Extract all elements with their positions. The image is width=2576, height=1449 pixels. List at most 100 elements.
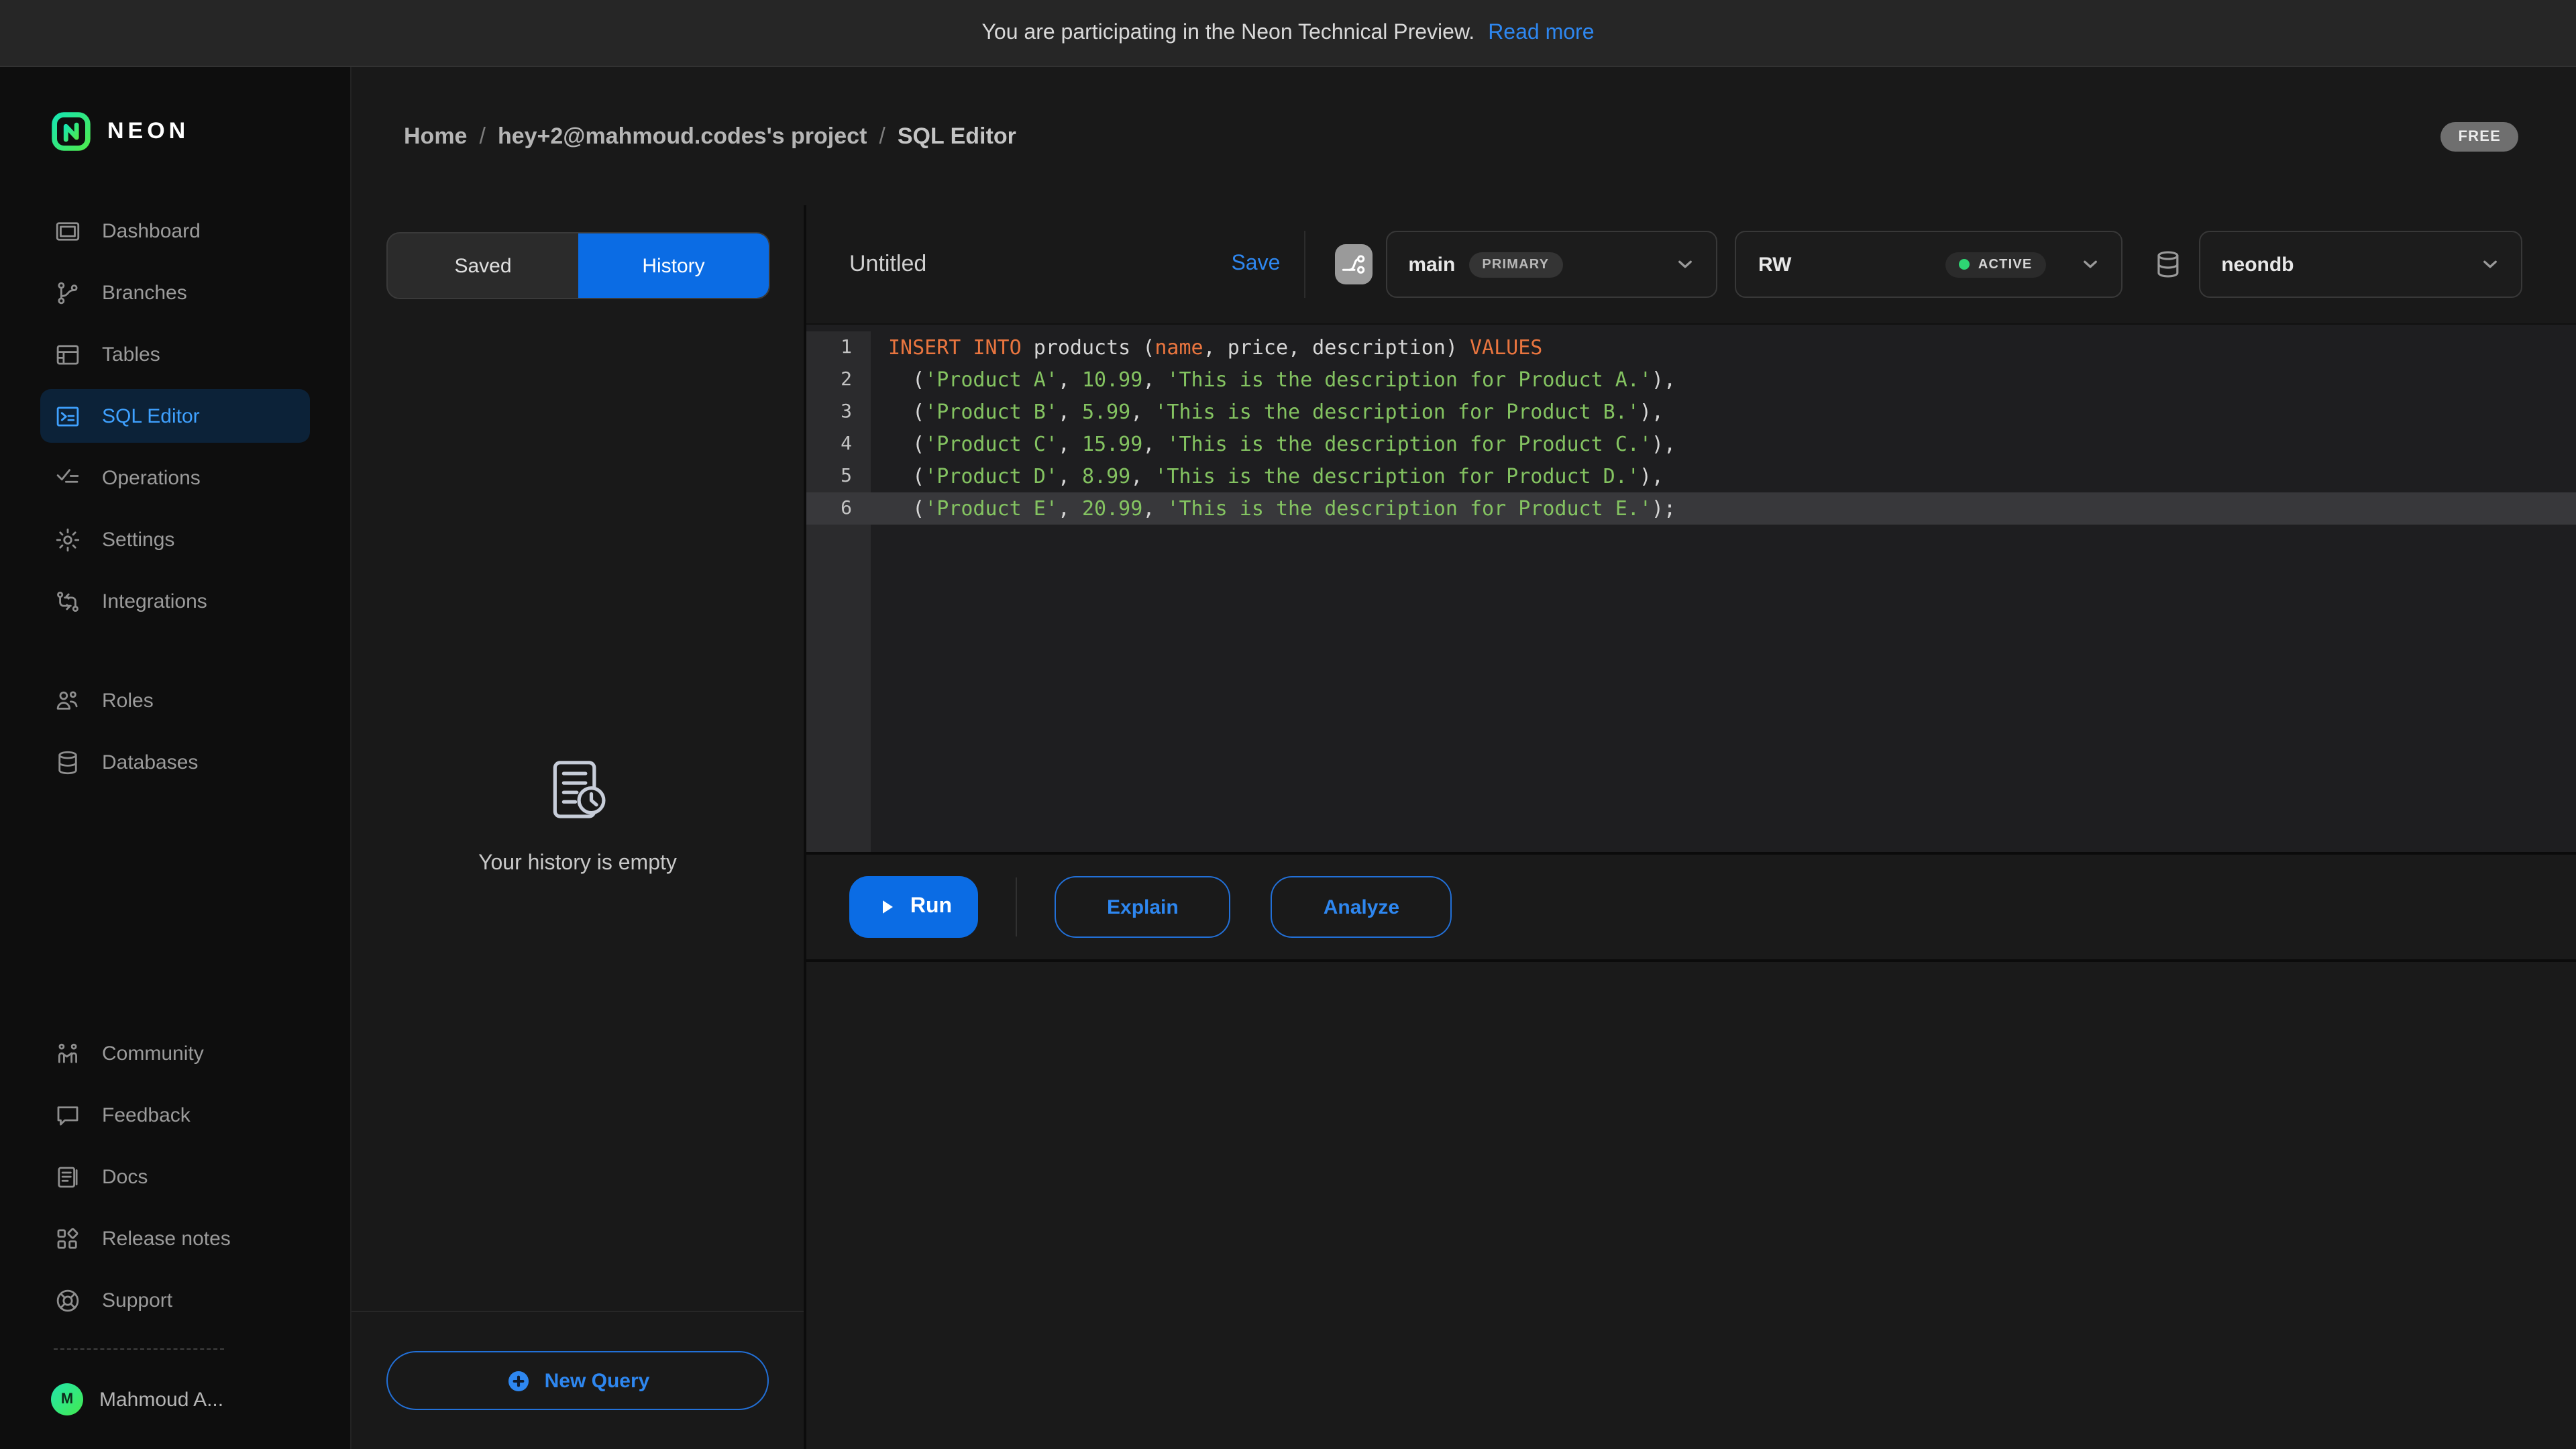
sidebar-item-feedback[interactable]: Feedback — [40, 1088, 310, 1142]
branch-icon — [1335, 244, 1372, 284]
sidebar-item-dashboard[interactable]: Dashboard — [40, 204, 310, 258]
docs-icon — [54, 1163, 82, 1191]
sidebar-item-settings[interactable]: Settings — [40, 513, 310, 566]
status-dot-icon — [1960, 259, 1970, 270]
sidebar-item-roles[interactable]: Roles — [40, 674, 310, 727]
run-label: Run — [910, 895, 952, 919]
user-name: Mahmoud A... — [99, 1388, 223, 1411]
branch-select[interactable]: main PRIMARY — [1385, 231, 1718, 298]
plan-badge: FREE — [2441, 121, 2519, 151]
sidebar-item-label: Community — [102, 1042, 204, 1065]
line-number: 5 — [806, 460, 871, 492]
breadcrumb-separator: / — [479, 123, 485, 150]
tab-saved[interactable]: Saved — [388, 233, 578, 298]
line-number: 6 — [806, 492, 871, 525]
breadcrumb-item-home[interactable]: Home — [404, 123, 467, 150]
sql-code-editor[interactable]: 1INSERT INTO products (name, price, desc… — [806, 323, 2576, 855]
database-icon — [2151, 247, 2184, 282]
breadcrumb-separator: / — [879, 123, 885, 150]
database-select[interactable]: neondb — [2198, 231, 2522, 298]
avatar: M — [51, 1383, 83, 1415]
sidebar-item-sql-editor[interactable]: SQL Editor — [40, 389, 310, 443]
toolbar-divider — [1304, 231, 1305, 298]
breadcrumb-item-sql-editor: SQL Editor — [898, 123, 1016, 150]
sidebar-item-label: Docs — [102, 1165, 148, 1188]
sidebar-item-release-notes[interactable]: Release notes — [40, 1212, 310, 1265]
community-icon — [54, 1039, 82, 1067]
neon-console: You are participating in the Neon Techni… — [0, 0, 2576, 1449]
sidebar-item-branches[interactable]: Branches — [40, 266, 310, 319]
explain-button[interactable]: Explain — [1055, 876, 1231, 938]
brand-logo[interactable]: NEON — [0, 67, 350, 196]
neon-logo-icon — [51, 111, 91, 152]
saved-history-tabs: SavedHistory — [386, 232, 770, 299]
compute-select[interactable]: RW ACTIVE — [1735, 231, 2122, 298]
sidebar-item-docs[interactable]: Docs — [40, 1150, 310, 1203]
operations-icon — [54, 464, 82, 492]
sidebar-item-tables[interactable]: Tables — [40, 327, 310, 381]
branches-icon — [54, 278, 82, 307]
editor-action-bar: Run Explain Analyze — [806, 855, 2576, 962]
history-footer: New Query — [352, 1311, 804, 1449]
read-more-link[interactable]: Read more — [1488, 21, 1594, 45]
analyze-button[interactable]: Analyze — [1271, 876, 1452, 938]
sidebar-item-label: Operations — [102, 466, 201, 489]
action-bar-divider — [1016, 877, 1017, 936]
chevron-down-icon — [2078, 252, 2102, 276]
plus-circle-icon — [506, 1368, 531, 1393]
breadcrumb: Home / hey+2@mahmoud.codes's project / SQL E… — [404, 123, 2441, 150]
code-text: ('Product B', 5.99, 'This is the descrip… — [871, 396, 2576, 428]
results-panel — [806, 962, 2576, 1449]
sidebar-item-label: Release notes — [102, 1227, 231, 1250]
user-account-button[interactable]: M Mahmoud A... — [0, 1350, 350, 1449]
support-icon — [54, 1286, 82, 1314]
history-empty-state: Your history is empty — [352, 755, 804, 876]
sidebar-nav-secondary: Community Feedback Docs Release notes Suppor… — [0, 1018, 350, 1327]
release-notes-icon — [54, 1224, 82, 1252]
sidebar-item-label: Roles — [102, 689, 154, 712]
history-panel: SavedHistory Your history is empty — [352, 205, 806, 1449]
integrations-icon — [54, 587, 82, 615]
query-title[interactable]: Untitled — [849, 251, 1231, 278]
settings-icon — [54, 525, 82, 553]
feedback-icon — [54, 1101, 82, 1129]
code-text: INSERT INTO products (name, price, descr… — [871, 331, 2576, 364]
sidebar-item-label: Integrations — [102, 590, 207, 612]
dashboard-icon — [54, 217, 82, 245]
new-query-button[interactable]: New Query — [386, 1351, 769, 1410]
sql-editor-pane: Untitled Save main — [806, 205, 2576, 1449]
code-line-5: 5 ('Product D', 8.99, 'This is the descr… — [806, 460, 2576, 492]
roles-icon — [54, 686, 82, 714]
code-line-4: 4 ('Product C', 15.99, 'This is the desc… — [806, 428, 2576, 460]
run-button[interactable]: Run — [849, 876, 978, 938]
main-area: Home / hey+2@mahmoud.codes's project / SQL E… — [352, 67, 2576, 1449]
gutter — [806, 525, 871, 855]
sidebar-item-label: Branches — [102, 281, 187, 304]
code-empty-area — [806, 525, 2576, 855]
databases-icon — [54, 748, 82, 776]
sidebar-item-integrations[interactable]: Integrations — [40, 574, 310, 628]
line-number: 2 — [806, 364, 871, 396]
tab-history[interactable]: History — [578, 233, 769, 298]
sidebar-item-community[interactable]: Community — [40, 1026, 310, 1080]
technical-preview-banner: You are participating in the Neon Techni… — [0, 0, 2576, 67]
brand-name: NEON — [107, 118, 189, 145]
sidebar-item-label: Support — [102, 1289, 172, 1311]
sidebar-item-label: Settings — [102, 528, 174, 551]
sidebar-item-databases[interactable]: Databases — [40, 735, 310, 789]
line-number: 4 — [806, 428, 871, 460]
breadcrumb-item-hey-2-mahmoud-codes-s-pr[interactable]: hey+2@mahmoud.codes's project — [498, 123, 867, 150]
sidebar: NEON Dashboard Branches Tables SQL Editor Op… — [0, 67, 352, 1449]
sql-editor-icon — [54, 402, 82, 430]
history-empty-icon — [543, 755, 612, 825]
sidebar-item-label: Databases — [102, 751, 198, 773]
active-status-badge: ACTIVE — [1946, 252, 2046, 277]
play-icon — [875, 895, 900, 919]
sidebar-item-label: Feedback — [102, 1104, 191, 1126]
sidebar-item-support[interactable]: Support — [40, 1273, 310, 1327]
save-button[interactable]: Save — [1231, 252, 1280, 276]
editor-toolbar: Untitled Save main — [806, 205, 2576, 323]
code-line-3: 3 ('Product B', 5.99, 'This is the descr… — [806, 396, 2576, 428]
sidebar-item-operations[interactable]: Operations — [40, 451, 310, 504]
new-query-label: New Query — [545, 1369, 650, 1392]
